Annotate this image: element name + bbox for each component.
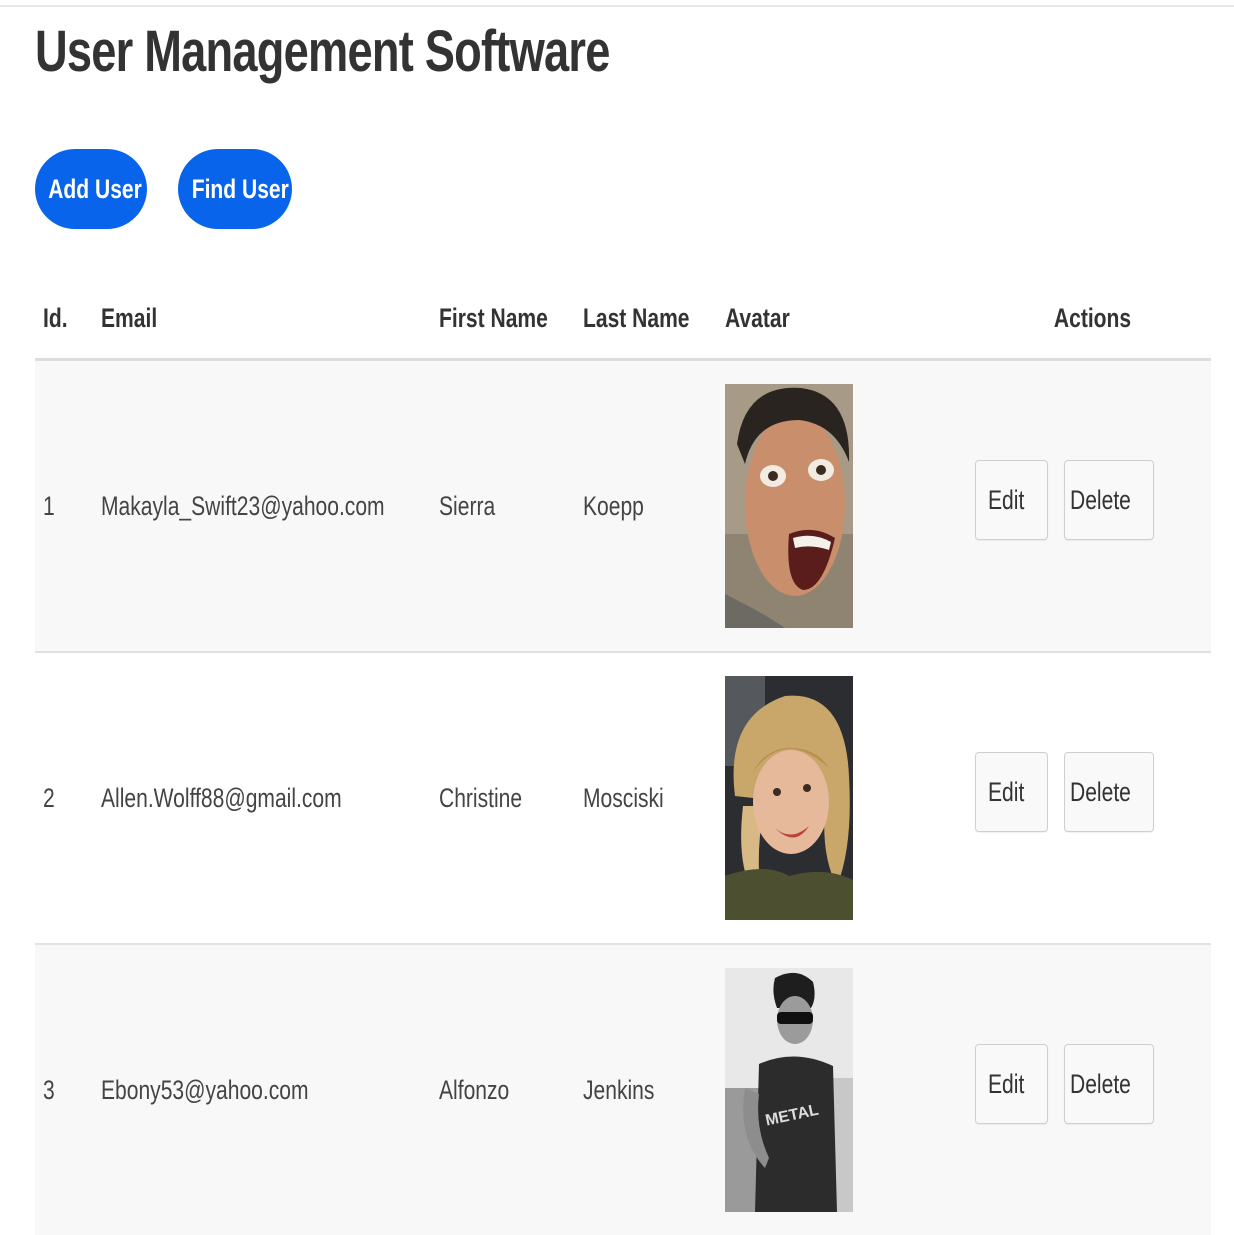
- cell-email: Allen.Wolff88@gmail.com: [101, 652, 439, 944]
- edit-button[interactable]: Edit: [975, 752, 1048, 832]
- users-table: Id. Email First Name Last Name Avatar Ac…: [35, 278, 1211, 1235]
- avatar-image: [725, 676, 853, 920]
- cell-first-name: Sierra: [439, 360, 583, 653]
- header-avatar: Avatar: [725, 278, 975, 360]
- find-user-button[interactable]: Find User: [178, 149, 292, 229]
- table-row: 1 Makayla_Swift23@yahoo.com Sierra Koepp: [35, 360, 1211, 653]
- header-id: Id.: [35, 278, 101, 360]
- delete-button[interactable]: Delete: [1064, 1044, 1154, 1124]
- cell-actions: Edit Delete: [975, 360, 1211, 653]
- cell-first-name: Alfonzo: [439, 944, 583, 1235]
- delete-button[interactable]: Delete: [1064, 752, 1154, 832]
- header-actions: Actions: [975, 278, 1211, 360]
- cell-last-name: Mosciski: [583, 652, 725, 944]
- table-row: 3 Ebony53@yahoo.com Alfonzo Jenkins META…: [35, 944, 1211, 1235]
- edit-button[interactable]: Edit: [975, 1044, 1048, 1124]
- cell-actions: Edit Delete: [975, 652, 1211, 944]
- cell-last-name: Koepp: [583, 360, 725, 653]
- cell-id: 1: [35, 360, 101, 653]
- avatar-image: METAL: [725, 968, 853, 1212]
- cell-avatar: [725, 360, 975, 653]
- edit-button[interactable]: Edit: [975, 460, 1048, 540]
- row-actions: Edit Delete: [975, 752, 1211, 832]
- table-header: Id. Email First Name Last Name Avatar Ac…: [35, 278, 1211, 360]
- cell-email: Makayla_Swift23@yahoo.com: [101, 360, 439, 653]
- page-title: User Management Software: [35, 18, 610, 86]
- cell-last-name: Jenkins: [583, 944, 725, 1235]
- row-actions: Edit Delete: [975, 1044, 1211, 1124]
- top-divider: [0, 5, 1234, 7]
- cell-id: 3: [35, 944, 101, 1235]
- table-body: 1 Makayla_Swift23@yahoo.com Sierra Koepp: [35, 360, 1211, 1235]
- header-first-name: First Name: [439, 278, 583, 360]
- header-row: Id. Email First Name Last Name Avatar Ac…: [35, 278, 1211, 360]
- avatar-image: [725, 384, 853, 628]
- row-actions: Edit Delete: [975, 460, 1211, 540]
- cell-first-name: Christine: [439, 652, 583, 944]
- find-user-button-label: Find User: [192, 174, 289, 205]
- cell-email: Ebony53@yahoo.com: [101, 944, 439, 1235]
- delete-button[interactable]: Delete: [1064, 460, 1154, 540]
- cell-avatar: [725, 652, 975, 944]
- header-last-name: Last Name: [583, 278, 725, 360]
- add-user-button[interactable]: Add User: [35, 149, 147, 229]
- add-user-button-label: Add User: [48, 174, 142, 205]
- cell-id: 2: [35, 652, 101, 944]
- cell-actions: Edit Delete: [975, 944, 1211, 1235]
- table-row: 2 Allen.Wolff88@gmail.com Christine Mosc…: [35, 652, 1211, 944]
- cell-avatar: METAL: [725, 944, 975, 1235]
- header-email: Email: [101, 278, 439, 360]
